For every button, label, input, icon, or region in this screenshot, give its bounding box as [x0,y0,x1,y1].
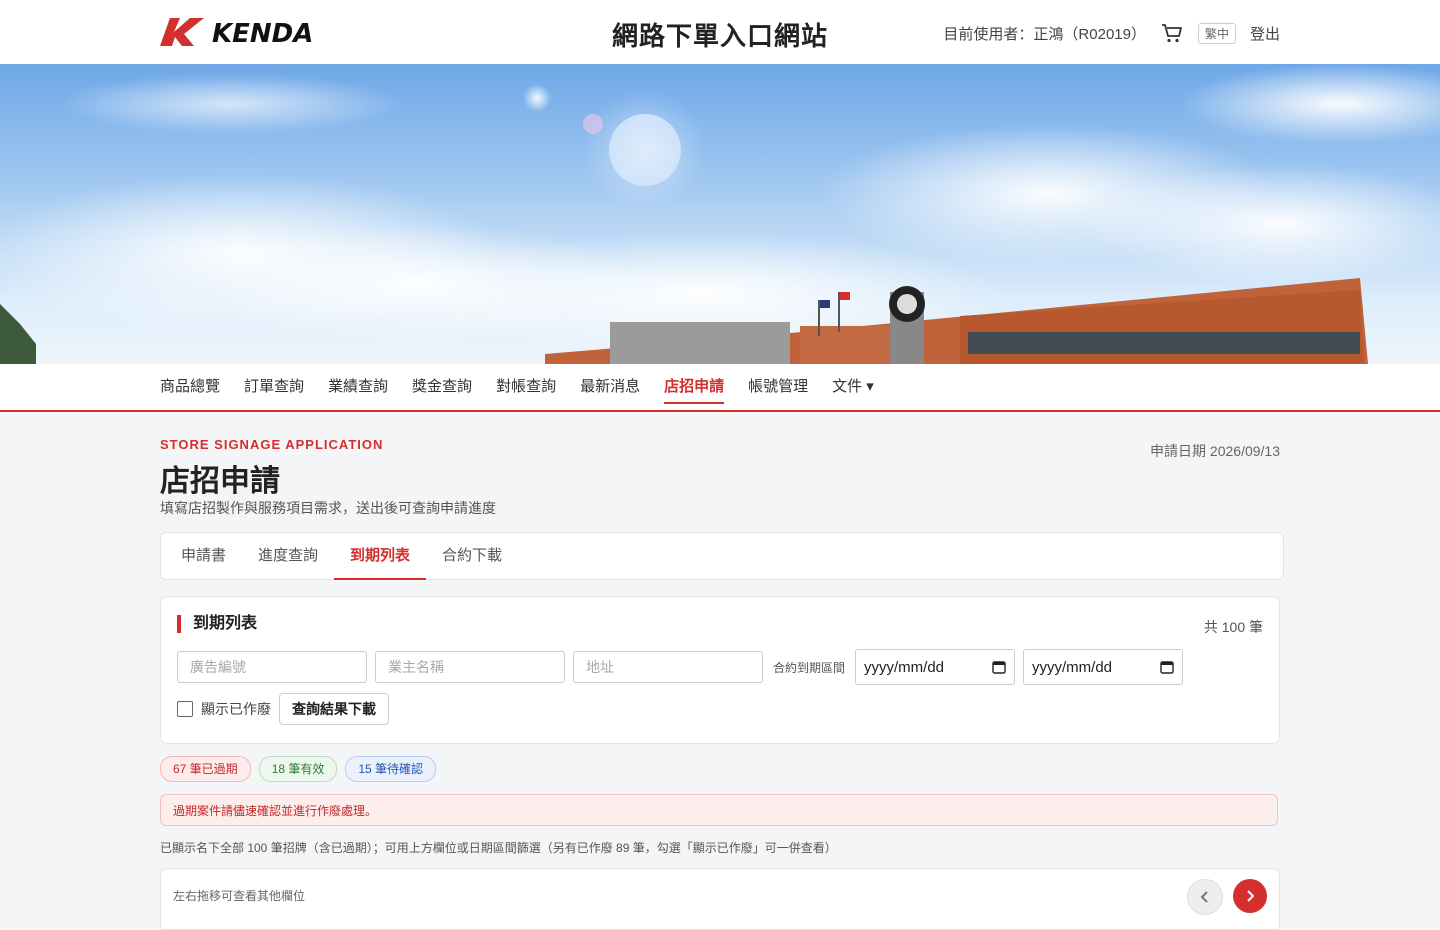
expiry-filter-card: 到期列表 共 100 筆 合約到期區間 yyyy/mm/dd yyyy/mm/d… [160,596,1280,744]
expiry-table-card: 左右拖移可查看其他欄位 [160,868,1280,930]
page-title: 店招申請 [160,465,280,498]
calendar-icon[interactable] [992,660,1006,674]
scroll-right-button[interactable] [1233,879,1267,913]
main-navigation: 商品總覽 訂單查詢 業績查詢 獎金查詢 對帳查詢 最新消息 店招申請 帳號管理 … [0,364,1440,412]
user-area: 目前使用者：正鴻（R02019） 繁中 登出 [943,18,1280,48]
scroll-hint: 左右拖移可查看其他欄位 [173,889,306,903]
expired-alert: 過期案件請儘速確認並進行作廢處理。 [160,794,1278,826]
chevron-left-icon [1200,891,1208,903]
ad-number-input[interactable] [177,651,367,683]
show-void-checkbox[interactable] [177,701,193,717]
nav-item-news[interactable]: 最新消息 [580,364,640,410]
top-header: KENDA 網路下單入口網站 目前使用者：正鴻（R02019） 繁中 登出 [0,0,1440,64]
valid-count-badge: 18 筆有效 [258,756,338,782]
cart-icon[interactable] [1160,21,1184,45]
nav-item-account-management[interactable]: 帳號管理 [748,364,808,410]
owner-name-input[interactable] [375,651,565,683]
language-switch-button[interactable]: 繁中 [1197,22,1236,44]
calendar-icon[interactable] [1160,660,1174,674]
banner-image [0,64,1440,364]
scroll-left-button[interactable] [1187,879,1223,915]
tab-progress-query[interactable]: 進度查詢 [242,533,334,579]
expired-count-badge: 67 筆已過期 [160,756,251,782]
date-from-value: yyyy/mm/dd [864,658,945,676]
sub-tabs: 申請書 進度查詢 到期列表 合約下載 [160,532,1284,580]
filter-row-2: 顯示已作廢 查詢結果下載 [177,693,389,725]
expiry-range-label: 合約到期區間 [773,660,846,675]
chevron-right-icon [1247,890,1255,902]
show-void-label[interactable]: 顯示已作廢 [201,699,271,719]
nav-item-signage-application[interactable]: 店招申請 [664,364,725,410]
apply-date: 申請日期 2026/09/13 [1150,443,1280,459]
hero-banner [0,64,1440,364]
date-to-value: yyyy/mm/dd [1032,658,1113,676]
tab-expiry-list[interactable]: 到期列表 [334,533,427,580]
expiry-date-from-input[interactable]: yyyy/mm/dd [855,649,1016,685]
nav-item-documents-dropdown[interactable]: 文件 ▾ [832,364,874,410]
tab-contract-download[interactable]: 合約下載 [426,533,518,579]
nav-item-order-query[interactable]: 訂單查詢 [244,364,304,410]
current-user-label: 目前使用者：正鴻（R02019） [943,25,1146,43]
filter-row: 合約到期區間 yyyy/mm/dd yyyy/mm/dd [177,649,1184,685]
status-badges: 67 筆已過期 18 筆有效 15 筆待確認 [160,756,437,782]
nav-item-sales-query[interactable]: 業績查詢 [328,364,388,410]
download-results-button[interactable]: 查詢結果下載 [279,693,389,725]
nav-item-product-overview[interactable]: 商品總覽 [160,364,220,410]
results-info-text: 已顯示名下全部 100 筆招牌（含已過期）；可用上方欄位或日期區間篩選（另有已作… [160,841,837,855]
nav-item-bonus-query[interactable]: 獎金查詢 [412,364,472,410]
logout-link[interactable]: 登出 [1250,23,1280,44]
page-subtitle: 填寫店招製作與服務項目需求，送出後可查詢申請進度 [160,500,496,516]
record-count: 共 100 筆 [1203,619,1263,635]
pending-count-badge: 15 筆待確認 [345,756,437,782]
tab-application-form[interactable]: 申請書 [165,533,242,579]
section-title: 到期列表 [177,615,257,633]
address-input[interactable] [573,651,763,683]
expiry-date-to-input[interactable]: yyyy/mm/dd [1023,649,1184,685]
page-eyebrow: STORE SIGNAGE APPLICATION [160,437,384,452]
nav-item-statement-query[interactable]: 對帳查詢 [496,364,556,410]
